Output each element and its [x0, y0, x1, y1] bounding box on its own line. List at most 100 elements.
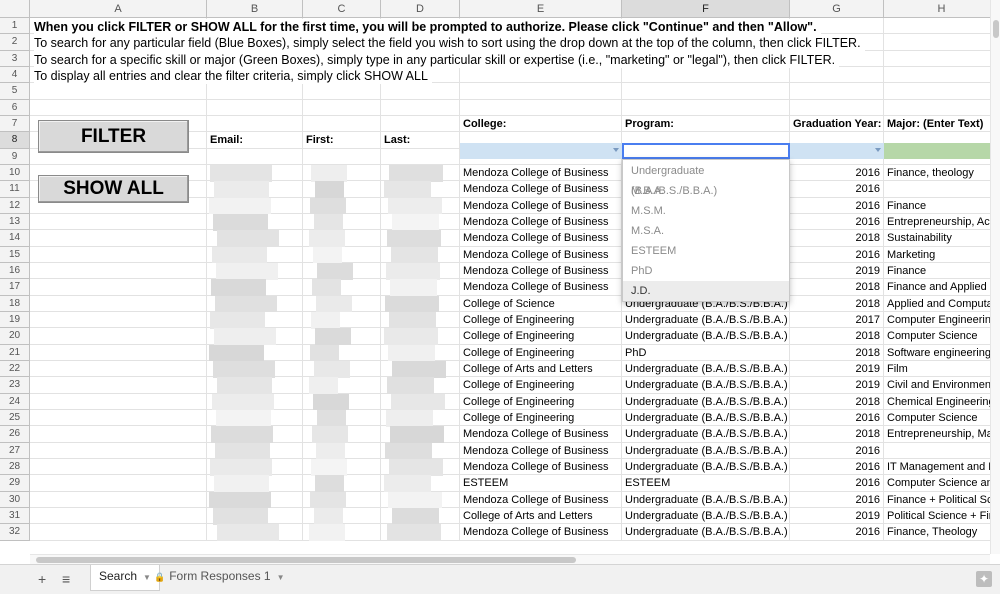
- row-number[interactable]: 1: [0, 18, 30, 35]
- graduation-year-filter-select[interactable]: [790, 143, 884, 159]
- college-filter-select[interactable]: [460, 143, 622, 159]
- grid-cell[interactable]: [30, 246, 207, 263]
- grid-cell[interactable]: [30, 83, 207, 100]
- row-number[interactable]: 32: [0, 524, 30, 541]
- grid-cell[interactable]: [30, 279, 207, 296]
- grid-cell[interactable]: [30, 328, 207, 345]
- grid-cell[interactable]: [790, 83, 884, 100]
- grid-cell[interactable]: [884, 50, 1000, 67]
- grid-cell[interactable]: [790, 66, 884, 84]
- grid-cell[interactable]: [30, 491, 207, 508]
- row-number[interactable]: 29: [0, 475, 30, 492]
- grid-cell[interactable]: [207, 148, 303, 165]
- grid-cell[interactable]: [303, 148, 381, 165]
- row-number[interactable]: 13: [0, 213, 30, 231]
- grid-cell[interactable]: [30, 262, 207, 280]
- column-header-g[interactable]: G: [790, 0, 884, 18]
- chevron-down-icon[interactable]: [875, 148, 881, 152]
- grid-cell[interactable]: [303, 115, 381, 133]
- column-header-h[interactable]: H: [884, 0, 1000, 18]
- chevron-down-icon[interactable]: ▼: [277, 573, 285, 582]
- column-header-a[interactable]: A: [30, 0, 207, 18]
- row-number[interactable]: 18: [0, 295, 30, 312]
- grid-cell[interactable]: [30, 213, 207, 231]
- grid-cell[interactable]: [884, 34, 1000, 51]
- program-option[interactable]: ESTEEM: [623, 241, 789, 261]
- row-number[interactable]: 9: [0, 148, 30, 165]
- column-header-f[interactable]: F: [622, 0, 790, 18]
- row-number[interactable]: 19: [0, 311, 30, 329]
- all-sheets-list-icon[interactable]: ≡: [62, 571, 70, 587]
- row-number[interactable]: 12: [0, 197, 30, 214]
- grid-cell[interactable]: [30, 99, 207, 116]
- row-number[interactable]: 4: [0, 66, 30, 84]
- row-number[interactable]: 25: [0, 409, 30, 427]
- grid-cell[interactable]: [30, 377, 207, 394]
- column-header-b[interactable]: B: [207, 0, 303, 18]
- program-option[interactable]: M.S.A.: [623, 221, 789, 241]
- grid-cell[interactable]: [622, 66, 790, 84]
- row-number[interactable]: 17: [0, 279, 30, 296]
- grid-cell[interactable]: [207, 115, 303, 133]
- program-option[interactable]: J.D.: [623, 281, 789, 301]
- grid-cell[interactable]: [207, 99, 303, 116]
- grid-cell[interactable]: [622, 83, 790, 100]
- row-number[interactable]: 23: [0, 377, 30, 394]
- grid-cell[interactable]: [884, 66, 1000, 84]
- grid-cell[interactable]: [381, 99, 460, 116]
- grid-cell[interactable]: [790, 99, 884, 116]
- grid-cell[interactable]: [30, 409, 207, 427]
- row-number[interactable]: 28: [0, 458, 30, 476]
- grid-cell[interactable]: [381, 83, 460, 100]
- grid-cell[interactable]: [30, 295, 207, 312]
- column-header-d[interactable]: D: [381, 0, 460, 18]
- grid-cell[interactable]: [884, 18, 1000, 35]
- row-number[interactable]: 15: [0, 246, 30, 263]
- grid-cell[interactable]: [303, 83, 381, 100]
- program-option[interactable]: Undergraduate (B.A./B.S./B.B.A.): [623, 161, 789, 197]
- grid-cell[interactable]: [460, 99, 622, 116]
- vertical-scrollbar[interactable]: [990, 0, 1000, 554]
- grid-cell[interactable]: [30, 475, 207, 492]
- program-option[interactable]: M.B.A.: [623, 181, 789, 201]
- grid-cell[interactable]: [207, 83, 303, 100]
- horizontal-scroll-thumb[interactable]: [36, 557, 576, 563]
- horizontal-scrollbar[interactable]: [30, 554, 990, 564]
- spreadsheet-grid[interactable]: A B C D E F G H 1 2 3 4 5 6 7 8 9 10 11 12 13 14 15 16 17 18 19 20 2…: [0, 0, 1000, 554]
- grid-cell[interactable]: [460, 83, 622, 100]
- row-number[interactable]: 24: [0, 393, 30, 410]
- select-all-corner[interactable]: [0, 0, 30, 18]
- grid-cell[interactable]: [30, 442, 207, 459]
- grid-cell[interactable]: [884, 99, 1000, 116]
- chevron-down-icon[interactable]: [613, 148, 619, 152]
- grid-cell[interactable]: [30, 230, 207, 247]
- vertical-scroll-thumb[interactable]: [993, 20, 999, 38]
- row-number[interactable]: 22: [0, 360, 30, 378]
- row-number[interactable]: 11: [0, 181, 30, 198]
- row-number[interactable]: 16: [0, 262, 30, 280]
- grid-cell[interactable]: [30, 393, 207, 410]
- row-number[interactable]: 21: [0, 344, 30, 361]
- row-number[interactable]: 26: [0, 426, 30, 443]
- grid-cell[interactable]: [303, 99, 381, 116]
- program-option[interactable]: M.S.M.: [623, 201, 789, 221]
- add-sheet-icon[interactable]: +: [38, 571, 46, 587]
- row-number[interactable]: 27: [0, 442, 30, 459]
- row-number[interactable]: 8: [0, 132, 30, 149]
- grid-cell[interactable]: [30, 344, 207, 361]
- program-dropdown-menu[interactable]: Undergraduate (B.A./B.S./B.B.A.) M.B.A. M.…: [622, 159, 790, 302]
- row-number[interactable]: 14: [0, 230, 30, 247]
- grid-cell[interactable]: [30, 524, 207, 541]
- row-number[interactable]: 5: [0, 83, 30, 100]
- filter-button[interactable]: FILTER: [38, 120, 189, 153]
- grid-cell[interactable]: [30, 507, 207, 525]
- column-header-e[interactable]: E: [460, 0, 622, 18]
- column-header-c[interactable]: C: [303, 0, 381, 18]
- program-filter-select[interactable]: [622, 143, 790, 159]
- row-number[interactable]: 7: [0, 115, 30, 133]
- row-number[interactable]: 3: [0, 50, 30, 67]
- grid-cell[interactable]: [381, 115, 460, 133]
- show-all-button[interactable]: SHOW ALL: [38, 175, 189, 203]
- row-number[interactable]: 31: [0, 507, 30, 525]
- grid-cell[interactable]: [30, 360, 207, 378]
